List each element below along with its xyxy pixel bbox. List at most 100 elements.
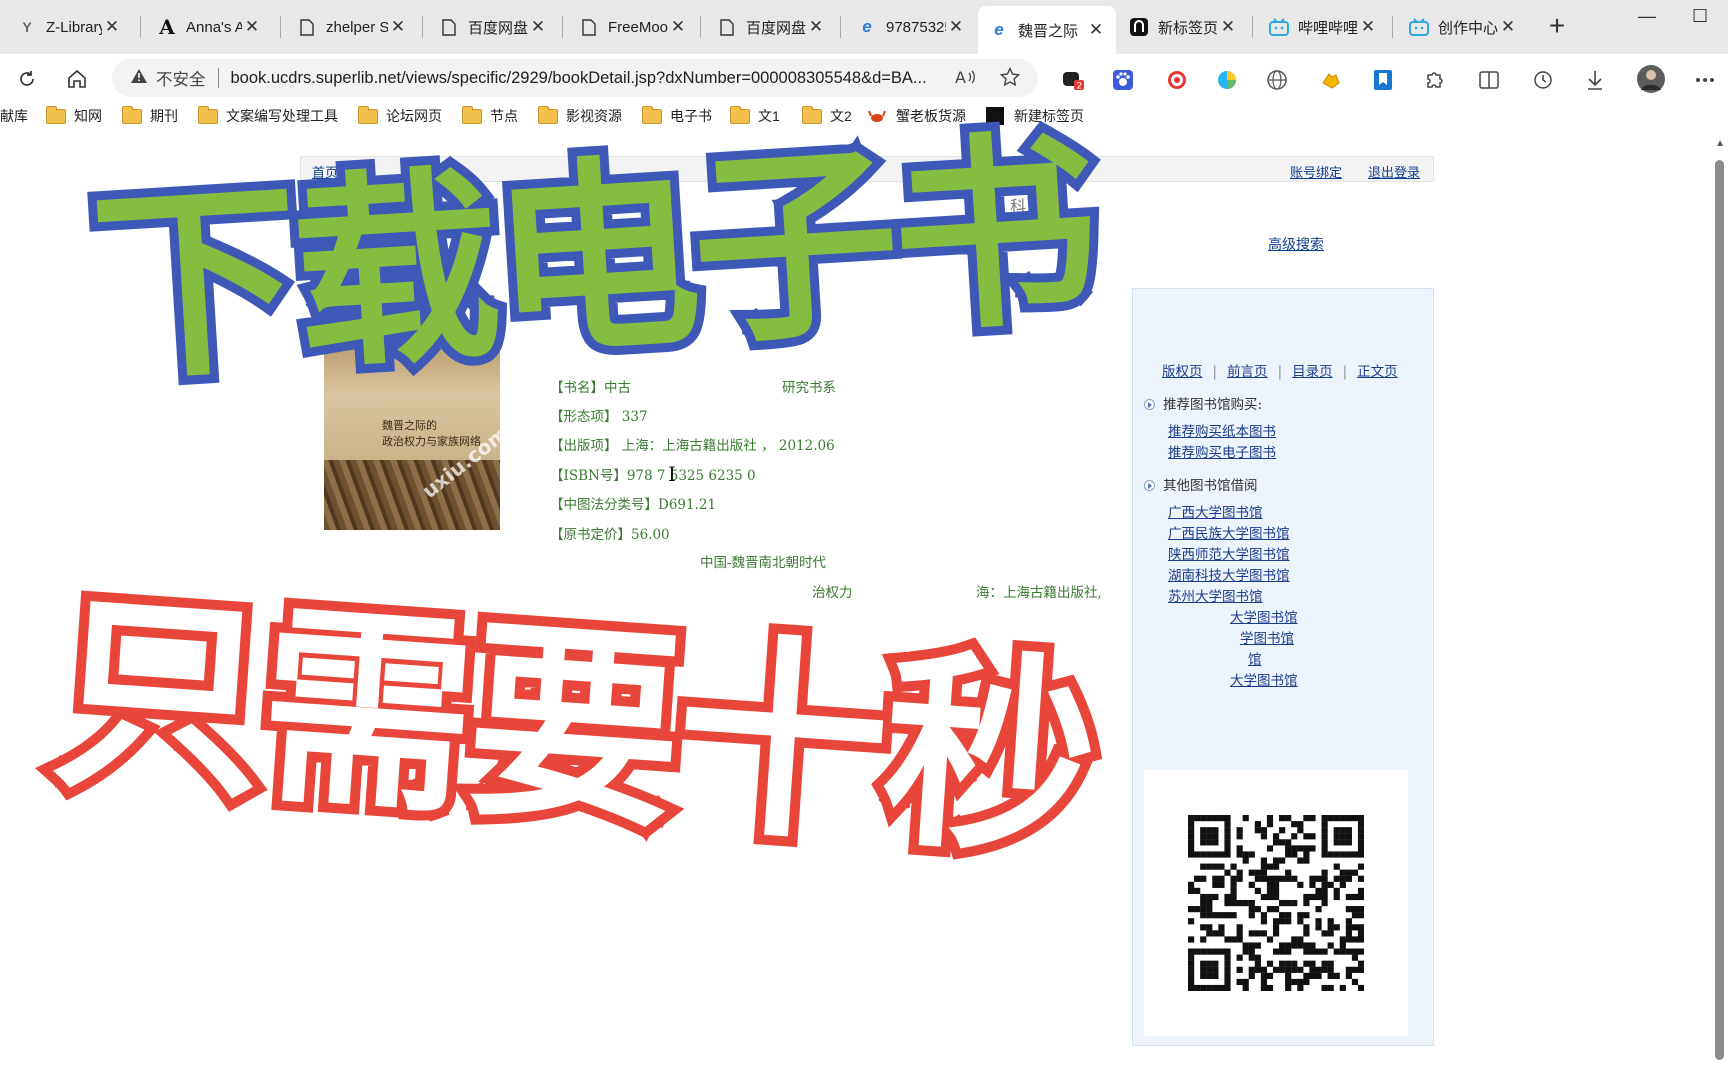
favorite-star-icon[interactable]	[999, 66, 1021, 93]
bookmark-folder[interactable]: 期刊	[122, 105, 178, 126]
paw-extension-icon[interactable]	[1110, 68, 1136, 92]
new-tab-button[interactable]: +	[1540, 10, 1574, 44]
scrollbar-thumb[interactable]	[1715, 160, 1724, 1060]
url-text[interactable]: book.ucdrs.superlib.net/views/specific/2…	[231, 69, 951, 88]
extension-badge-icon[interactable]: 2	[1060, 68, 1086, 92]
library-link[interactable]: 陕西师范大学图书馆	[1168, 543, 1290, 563]
history-icon[interactable]	[1530, 68, 1556, 92]
tab-isbn[interactable]: e 97875325 ✕	[846, 8, 976, 46]
qr-module	[1351, 893, 1359, 901]
qr-module	[1303, 948, 1310, 955]
download-icon[interactable]	[1582, 68, 1608, 92]
minimize-icon[interactable]: —	[1638, 6, 1656, 27]
hand-extension-icon[interactable]	[1318, 68, 1344, 92]
qr-module	[1212, 972, 1219, 979]
recommend-print-link[interactable]: 推荐购买纸本图书	[1168, 420, 1276, 440]
book-cover[interactable]: 魏晋之际的 政治权力与家族网络 uxiu.com	[324, 330, 500, 530]
bookmark-folder[interactable]: 节点	[462, 105, 518, 126]
tab-baidu-pan-2[interactable]: 百度网盘 ✕	[706, 8, 836, 46]
close-icon[interactable]: ✕	[668, 17, 688, 37]
warning-icon[interactable]	[130, 68, 148, 89]
close-icon[interactable]: ✕	[1218, 17, 1238, 37]
maximize-icon[interactable]: ☐	[1692, 6, 1708, 27]
target-extension-icon[interactable]	[1164, 68, 1190, 92]
qr-module	[1206, 851, 1213, 858]
text-page-link[interactable]: 正文页	[1357, 364, 1398, 380]
qr-module	[1315, 948, 1322, 955]
nav-tab-thesis[interactable]: 论文	[784, 193, 816, 217]
close-icon[interactable]: ✕	[388, 17, 408, 37]
library-link[interactable]: 大学图书馆	[1230, 606, 1298, 626]
qr-module	[1285, 839, 1292, 846]
qr-module	[1345, 815, 1352, 822]
close-icon[interactable]: ✕	[806, 17, 826, 37]
bookmark-item[interactable]: 献库	[0, 106, 28, 126]
bookmark-folder[interactable]: 文案编写处理工具	[198, 105, 338, 126]
advanced-search-link[interactable]: 高级搜索	[1268, 234, 1324, 254]
qr-module	[1230, 887, 1237, 895]
qr-module	[1333, 972, 1340, 979]
qr-module	[1254, 960, 1261, 967]
qr-module	[1327, 966, 1334, 973]
tab-z-library[interactable]: Y Z-Library - ✕	[6, 8, 132, 46]
tab-new-tab-page[interactable]: 新标签页 ✕	[1118, 8, 1248, 46]
account-bind-link[interactable]: 账号绑定	[1290, 162, 1342, 181]
qr-module	[1242, 942, 1249, 949]
tab-freemoo[interactable]: FreeMoo ✕	[568, 8, 698, 46]
globe-extension-icon[interactable]	[1264, 68, 1290, 92]
bookmark-extension-icon[interactable]	[1370, 68, 1396, 92]
tab-zhelper[interactable]: zhelper Se ✕	[286, 8, 418, 46]
bookmark-item[interactable]: 蟹老板货源	[868, 106, 966, 126]
read-aloud-icon[interactable]: A	[954, 67, 976, 93]
qr-module	[1248, 966, 1255, 973]
logout-link[interactable]: 退出登录	[1368, 162, 1420, 181]
qr-code[interactable]	[1188, 815, 1364, 991]
library-link[interactable]: 广西大学图书馆	[1168, 501, 1263, 521]
reload-icon[interactable]	[12, 64, 42, 94]
scroll-up-icon[interactable]: ▲	[1715, 138, 1725, 149]
library-link[interactable]: 学图书馆	[1240, 627, 1294, 647]
home-link[interactable]: 首页	[312, 162, 338, 181]
close-icon[interactable]: ✕	[1086, 20, 1106, 40]
library-link[interactable]: 苏州大学图书馆	[1168, 585, 1263, 605]
split-screen-icon[interactable]	[1476, 68, 1502, 92]
copyright-page-link[interactable]: 版权页	[1162, 364, 1203, 380]
tab-weijin-active[interactable]: e 魏晋之际 ✕	[978, 6, 1116, 54]
qr-module	[1260, 869, 1268, 876]
tab-creator-center[interactable]: 创作中心 ✕	[1398, 8, 1528, 46]
color-extension-icon[interactable]	[1214, 68, 1240, 92]
close-icon[interactable]: ✕	[1498, 17, 1518, 37]
close-icon[interactable]: ✕	[102, 17, 122, 37]
recommend-ebook-link[interactable]: 推荐购买电子图书	[1168, 441, 1276, 461]
bookmark-folder[interactable]: 影视资源	[538, 105, 622, 126]
tab-annas-archive[interactable]: A Anna's Ar ✕	[146, 8, 272, 46]
avatar[interactable]	[1636, 64, 1666, 94]
library-link[interactable]: 广西民族大学图书馆	[1168, 522, 1290, 542]
close-icon[interactable]: ✕	[242, 17, 262, 37]
close-icon[interactable]: ✕	[528, 17, 548, 37]
qr-module	[1230, 899, 1237, 907]
bookmark-folder[interactable]: 电子书	[642, 105, 712, 126]
address-bar[interactable]: 不安全 book.ucdrs.superlib.net/views/specif…	[112, 59, 1038, 97]
preface-page-link[interactable]: 前言页	[1227, 364, 1268, 380]
tab-baidu-pan-1[interactable]: 百度网盘 ✕	[428, 8, 558, 46]
qr-module	[1339, 827, 1346, 834]
library-link[interactable]: 大学图书馆	[1230, 669, 1298, 689]
bookmark-folder[interactable]: 文1	[730, 105, 780, 126]
qr-module	[1200, 972, 1207, 979]
qr-module	[1224, 827, 1231, 834]
bookmark-folder[interactable]: 论坛网页	[358, 105, 442, 126]
bookmark-folder[interactable]: 知网	[46, 105, 102, 126]
toc-page-link[interactable]: 目录页	[1292, 364, 1333, 380]
more-menu-icon[interactable]	[1692, 68, 1718, 92]
bookmark-folder[interactable]: 文2	[802, 105, 852, 126]
extensions-puzzle-icon[interactable]	[1422, 68, 1448, 92]
close-icon[interactable]: ✕	[946, 17, 966, 37]
tab-bilibili[interactable]: 哔哩哔哩 ✕	[1258, 8, 1388, 46]
home-icon[interactable]	[62, 64, 92, 94]
library-link[interactable]: 馆	[1248, 648, 1262, 668]
nav-tab-science[interactable]: 科	[1010, 193, 1026, 217]
library-link[interactable]: 湖南科技大学图书馆	[1168, 564, 1290, 584]
close-icon[interactable]: ✕	[1358, 17, 1378, 37]
bookmark-item[interactable]: 新建标签页	[986, 106, 1084, 126]
